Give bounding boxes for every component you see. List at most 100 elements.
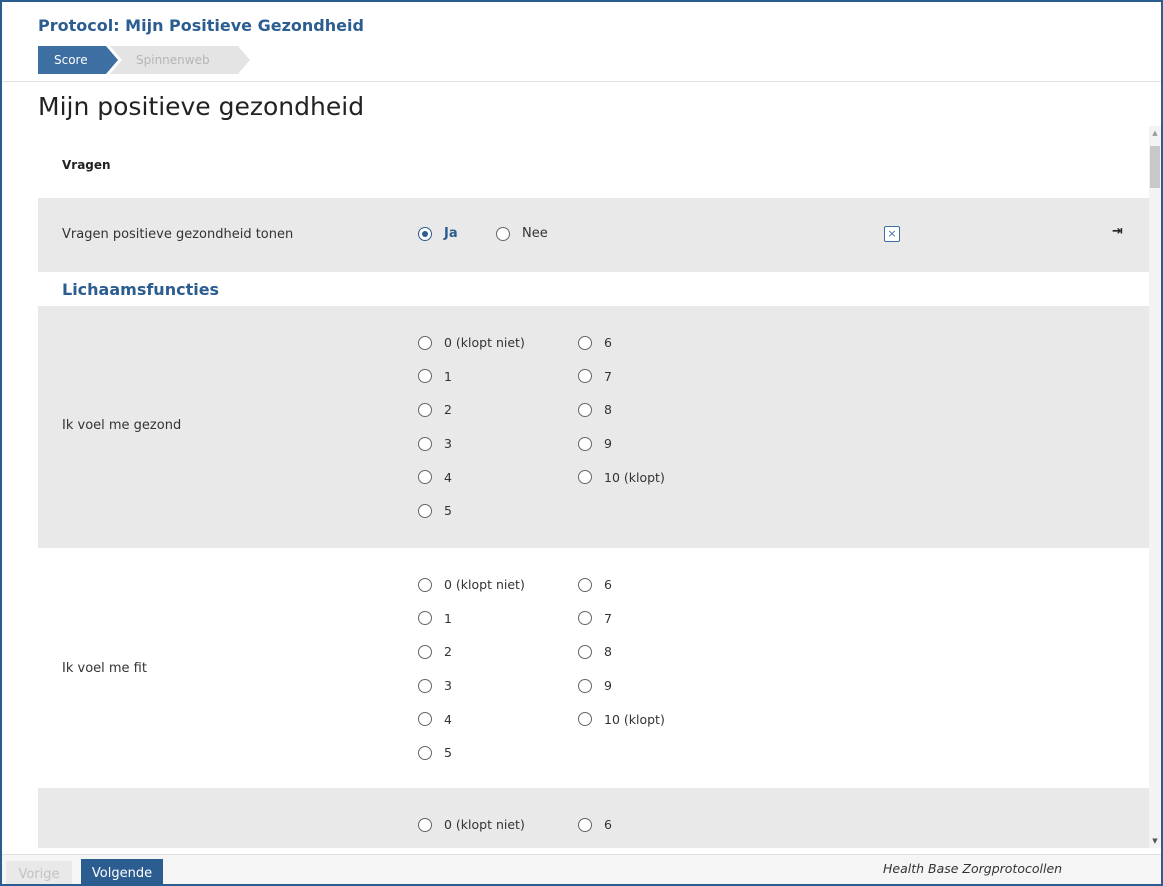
- option-label: 1: [444, 610, 452, 626]
- category-heading-row: Lichaamsfuncties: [38, 272, 1149, 306]
- option-label: 0 (klopt niet): [444, 335, 525, 351]
- option-label: 9: [604, 436, 612, 452]
- option-label: 5: [444, 745, 452, 761]
- radio-button[interactable]: [418, 644, 432, 659]
- score-option[interactable]: 5: [418, 736, 578, 770]
- header: Protocol: Mijn Positieve Gezondheid Scor…: [2, 2, 1161, 82]
- option-label: 2: [444, 402, 452, 418]
- toggle-question-label: Vragen positieve gezondheid tonen: [62, 227, 294, 242]
- radio-button[interactable]: [418, 470, 432, 485]
- radio-button[interactable]: [418, 817, 432, 832]
- scroll-down-icon[interactable]: ▼: [1149, 836, 1161, 846]
- step-breadcrumb: Score Spinnenweb: [38, 46, 250, 74]
- question-block: Ik voel me gezond 0 (klopt niet) 1 2 3 4…: [38, 306, 1149, 548]
- option-label: 7: [604, 610, 612, 626]
- option-label: 4: [444, 469, 452, 485]
- close-square-icon[interactable]: ×: [884, 226, 900, 242]
- score-option[interactable]: 7: [578, 602, 708, 636]
- option-ja[interactable]: Ja: [418, 226, 458, 241]
- score-option[interactable]: 0 (klopt niet): [418, 568, 578, 602]
- score-option[interactable]: 6: [578, 326, 708, 360]
- option-label: 8: [604, 644, 612, 660]
- question-label: Ik voel me fit: [62, 661, 147, 676]
- step-score[interactable]: Score: [38, 46, 118, 74]
- radio-button[interactable]: [418, 745, 432, 760]
- radio-button[interactable]: [578, 577, 592, 592]
- score-options: 0 (klopt niet) 1 2 3 4 5 6 7 8 9 10 (klo…: [418, 568, 708, 770]
- score-option[interactable]: 1: [418, 602, 578, 636]
- radio-button[interactable]: [418, 335, 432, 350]
- radio-button[interactable]: [578, 335, 592, 350]
- radio-button[interactable]: [578, 817, 592, 832]
- radio-button[interactable]: [578, 470, 592, 485]
- radio-button[interactable]: [418, 577, 432, 592]
- score-option[interactable]: 6: [578, 568, 708, 602]
- option-label: 0 (klopt niet): [444, 577, 525, 593]
- option-nee[interactable]: Nee: [496, 226, 548, 241]
- radio-button[interactable]: [418, 712, 432, 727]
- score-option[interactable]: 9: [578, 427, 708, 461]
- score-option[interactable]: 10 (klopt): [578, 460, 708, 494]
- option-label: 3: [444, 678, 452, 694]
- radio-button[interactable]: [418, 369, 432, 384]
- toggle-question-row: Vragen positieve gezondheid tonen Ja Nee…: [38, 198, 1149, 272]
- option-label: 1: [444, 368, 452, 384]
- score-option[interactable]: 0 (klopt niet): [418, 808, 578, 842]
- sign-out-icon[interactable]: ⇥: [1112, 224, 1123, 239]
- vertical-scrollbar[interactable]: ▲ ▼: [1149, 126, 1161, 848]
- app-window: Protocol: Mijn Positieve Gezondheid Scor…: [0, 0, 1163, 886]
- previous-button[interactable]: Vorige: [6, 861, 72, 884]
- score-option[interactable]: 1: [418, 360, 578, 394]
- brand-label: Health Base Zorgprotocollen: [883, 861, 1063, 876]
- score-option[interactable]: 4: [418, 702, 578, 736]
- radio-button[interactable]: [578, 436, 592, 451]
- score-option[interactable]: 9: [578, 669, 708, 703]
- radio-button[interactable]: [578, 644, 592, 659]
- score-option[interactable]: 3: [418, 669, 578, 703]
- score-option[interactable]: 3: [418, 427, 578, 461]
- score-option[interactable]: 10 (klopt): [578, 702, 708, 736]
- score-option[interactable]: 6: [578, 808, 708, 842]
- score-option[interactable]: 0 (klopt niet): [418, 326, 578, 360]
- score-option[interactable]: 4: [418, 460, 578, 494]
- category-title: Lichaamsfuncties: [62, 280, 220, 299]
- option-ja-label: Ja: [444, 226, 458, 241]
- option-label: 10 (klopt): [604, 469, 665, 485]
- question-block: Ik voel me fit 0 (klopt niet) 1 2 3 4 5 …: [38, 548, 1149, 788]
- scroll-up-icon[interactable]: ▲: [1149, 128, 1161, 138]
- step-spinnenweb[interactable]: Spinnenweb: [110, 46, 250, 74]
- radio-button[interactable]: [418, 611, 432, 626]
- score-option[interactable]: 2: [418, 393, 578, 427]
- option-label: 3: [444, 436, 452, 452]
- radio-button[interactable]: [418, 503, 432, 518]
- option-label: 4: [444, 711, 452, 727]
- option-label: 0 (klopt niet): [444, 817, 525, 833]
- radio-button[interactable]: [418, 678, 432, 693]
- radio-button[interactable]: [578, 712, 592, 727]
- page-title: Mijn positieve gezondheid: [38, 92, 365, 121]
- radio-nee[interactable]: [496, 226, 510, 241]
- option-label: 9: [604, 678, 612, 694]
- option-label: 6: [604, 817, 612, 833]
- option-nee-label: Nee: [522, 226, 548, 241]
- score-option[interactable]: 2: [418, 635, 578, 669]
- radio-button[interactable]: [578, 369, 592, 384]
- radio-ja[interactable]: [418, 226, 432, 241]
- radio-button[interactable]: [578, 402, 592, 417]
- section-heading: Vragen: [62, 158, 111, 172]
- score-option[interactable]: 8: [578, 393, 708, 427]
- radio-button[interactable]: [578, 611, 592, 626]
- option-label: 10 (klopt): [604, 711, 665, 727]
- radio-button[interactable]: [418, 402, 432, 417]
- radio-button[interactable]: [418, 436, 432, 451]
- option-label: 5: [444, 503, 452, 519]
- score-option[interactable]: 5: [418, 494, 578, 528]
- radio-button[interactable]: [578, 678, 592, 693]
- next-button[interactable]: Volgende: [81, 859, 163, 884]
- score-option[interactable]: 7: [578, 360, 708, 394]
- score-option[interactable]: 8: [578, 635, 708, 669]
- questionnaire-scroll-area[interactable]: Vragen Vragen positieve gezondheid tonen…: [38, 126, 1149, 848]
- footer: Vorige Volgende Health Base Zorgprotocol…: [2, 854, 1161, 884]
- scrollbar-thumb[interactable]: [1150, 146, 1160, 188]
- score-options: 0 (klopt niet) 1 2 3 4 5 6 7 8 9 10 (klo…: [418, 326, 708, 528]
